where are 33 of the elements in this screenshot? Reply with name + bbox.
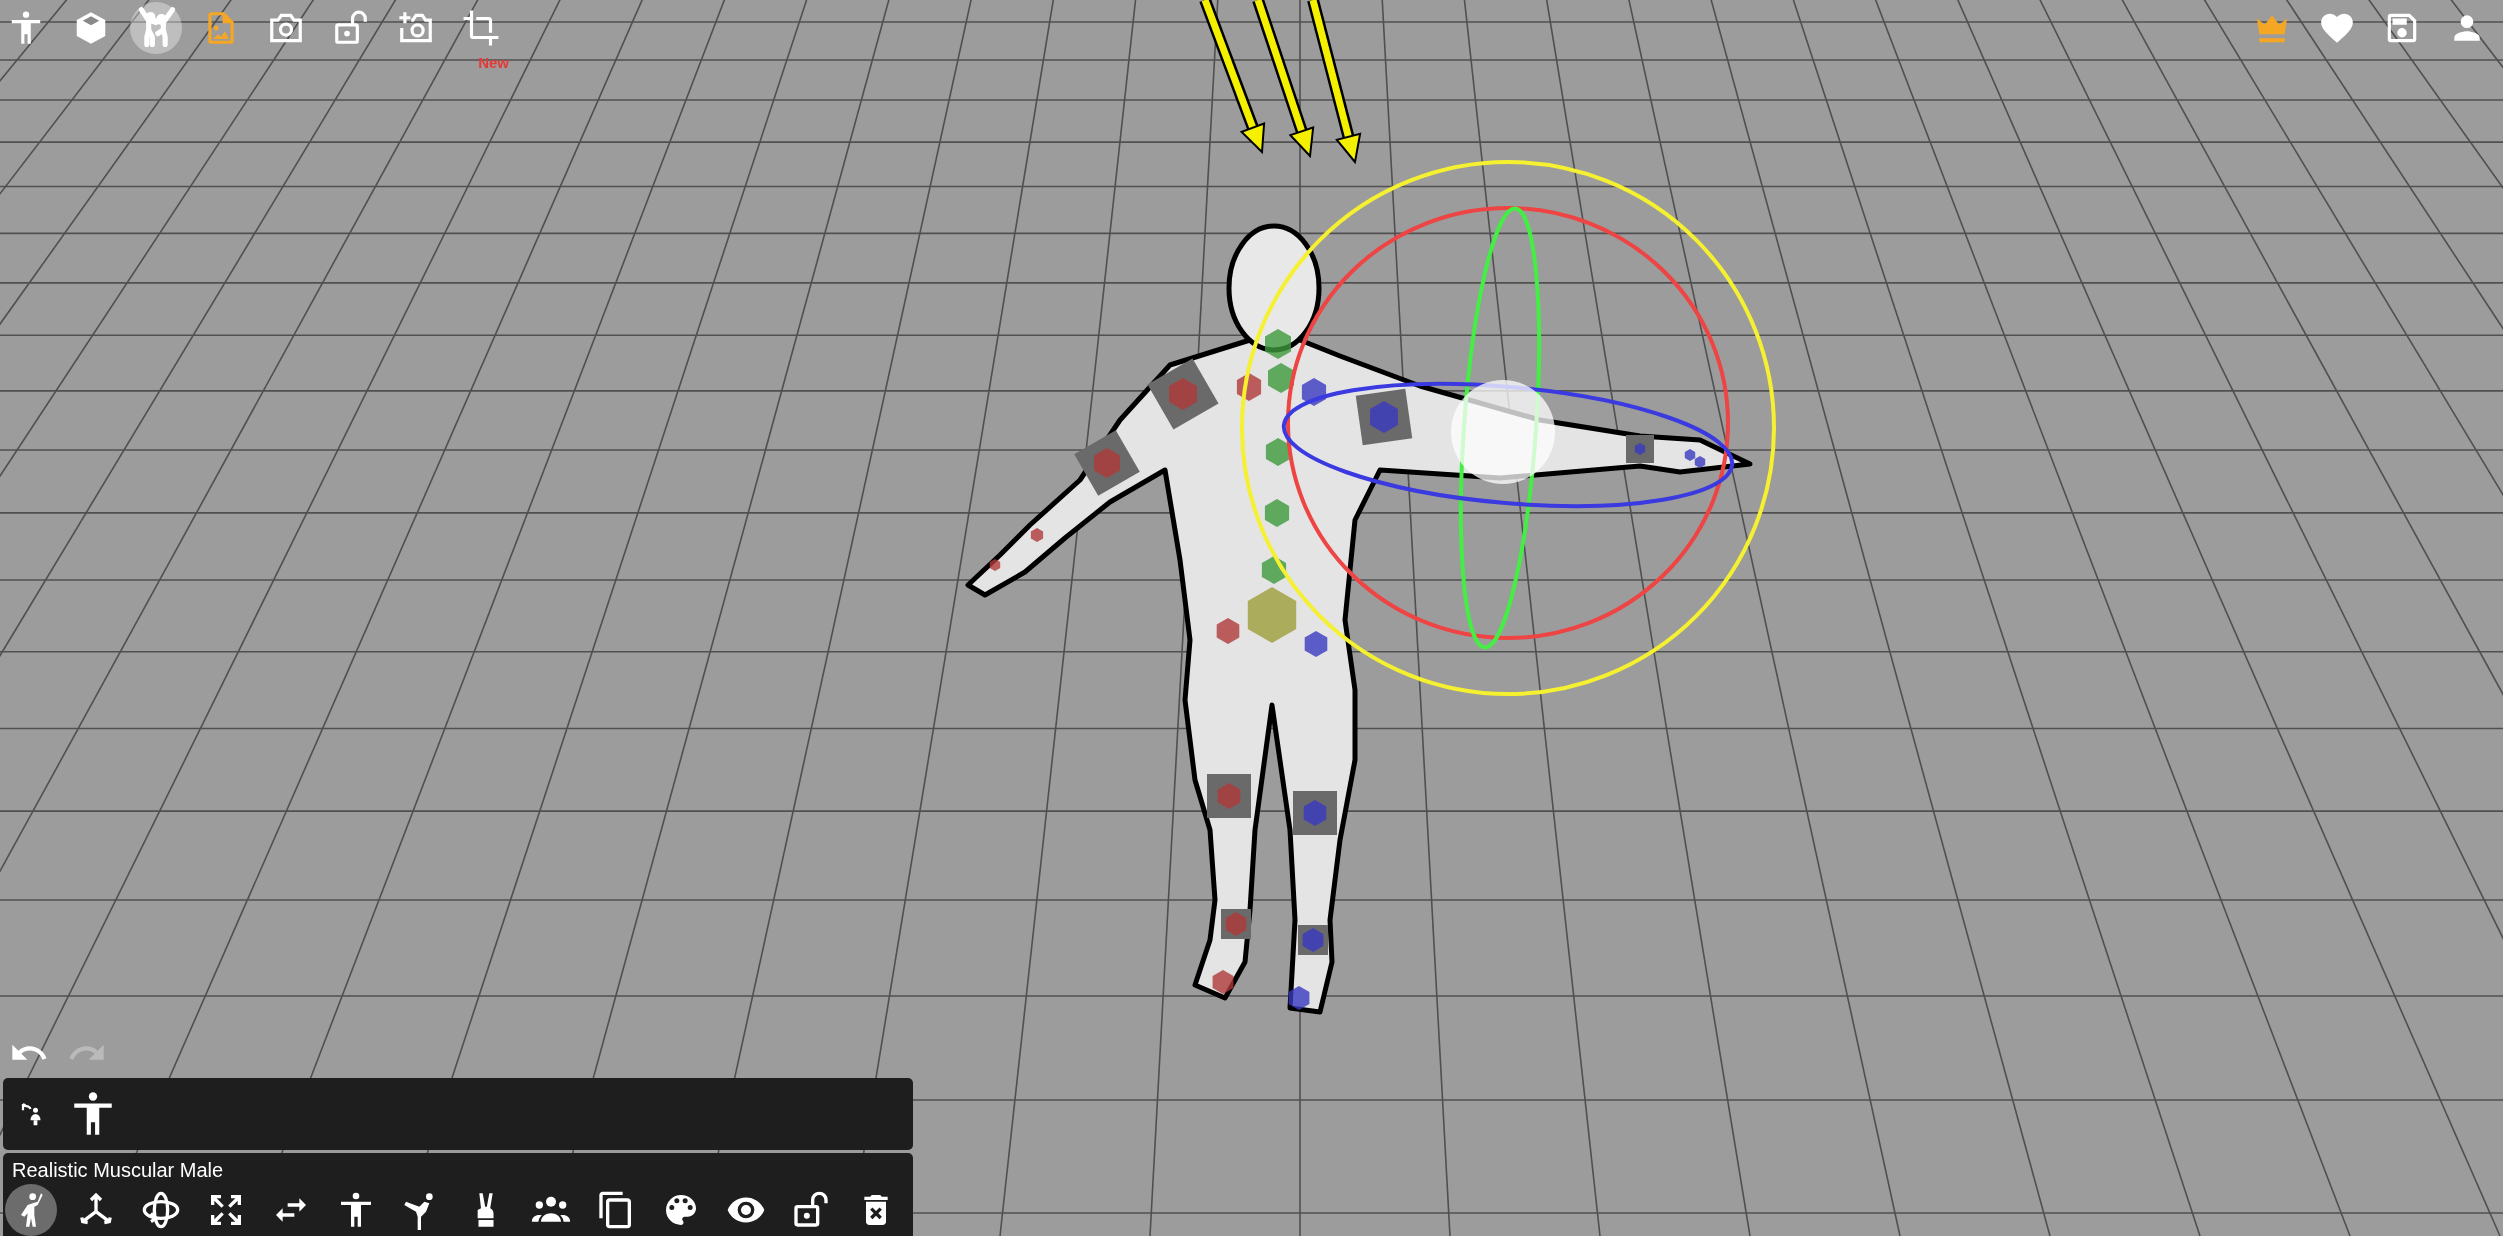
joint-handle[interactable] [1217, 783, 1241, 809]
joint-handle[interactable] [1694, 456, 1706, 468]
joint-handle[interactable] [989, 559, 1001, 571]
joint-handle[interactable] [1247, 587, 1297, 643]
joint-handle[interactable] [1684, 449, 1696, 461]
joint-handle[interactable] [1303, 800, 1327, 826]
joint-handle[interactable] [1225, 912, 1247, 936]
joint-handle[interactable] [1169, 378, 1197, 410]
model-title: Realistic Muscular Male [11, 1159, 224, 1182]
joint-handle[interactable] [1268, 363, 1294, 393]
light-direction-arrow[interactable] [1252, 0, 1315, 159]
joint-handle[interactable] [1265, 329, 1291, 359]
new-label: New [478, 55, 509, 70]
joint-handle[interactable] [1212, 970, 1234, 994]
unlocked-padlock-icon [791, 1190, 831, 1230]
light-direction-arrow[interactable] [1307, 0, 1362, 165]
joint-handle[interactable] [1236, 373, 1262, 401]
joint-handle[interactable] [1265, 438, 1291, 466]
joint-handle[interactable] [1030, 528, 1044, 542]
orbit-icon [141, 1190, 181, 1230]
joint-handle[interactable] [1302, 928, 1324, 952]
rotation-gizmo-drawing[interactable] [1240, 160, 1776, 696]
joint-handle[interactable] [1216, 618, 1240, 644]
joint-handle[interactable] [1264, 499, 1290, 527]
light-direction-arrow[interactable] [1199, 0, 1266, 155]
joint-handle[interactable] [1301, 378, 1327, 406]
joint-handle[interactable] [1261, 556, 1287, 584]
joint-handle[interactable] [1304, 631, 1328, 657]
joint-handle[interactable] [1370, 401, 1398, 433]
joint-handle[interactable] [1634, 443, 1646, 455]
waving-figure-button[interactable] [5, 1184, 57, 1236]
joint-handle[interactable] [1094, 448, 1120, 478]
joint-handle[interactable] [1288, 986, 1310, 1010]
